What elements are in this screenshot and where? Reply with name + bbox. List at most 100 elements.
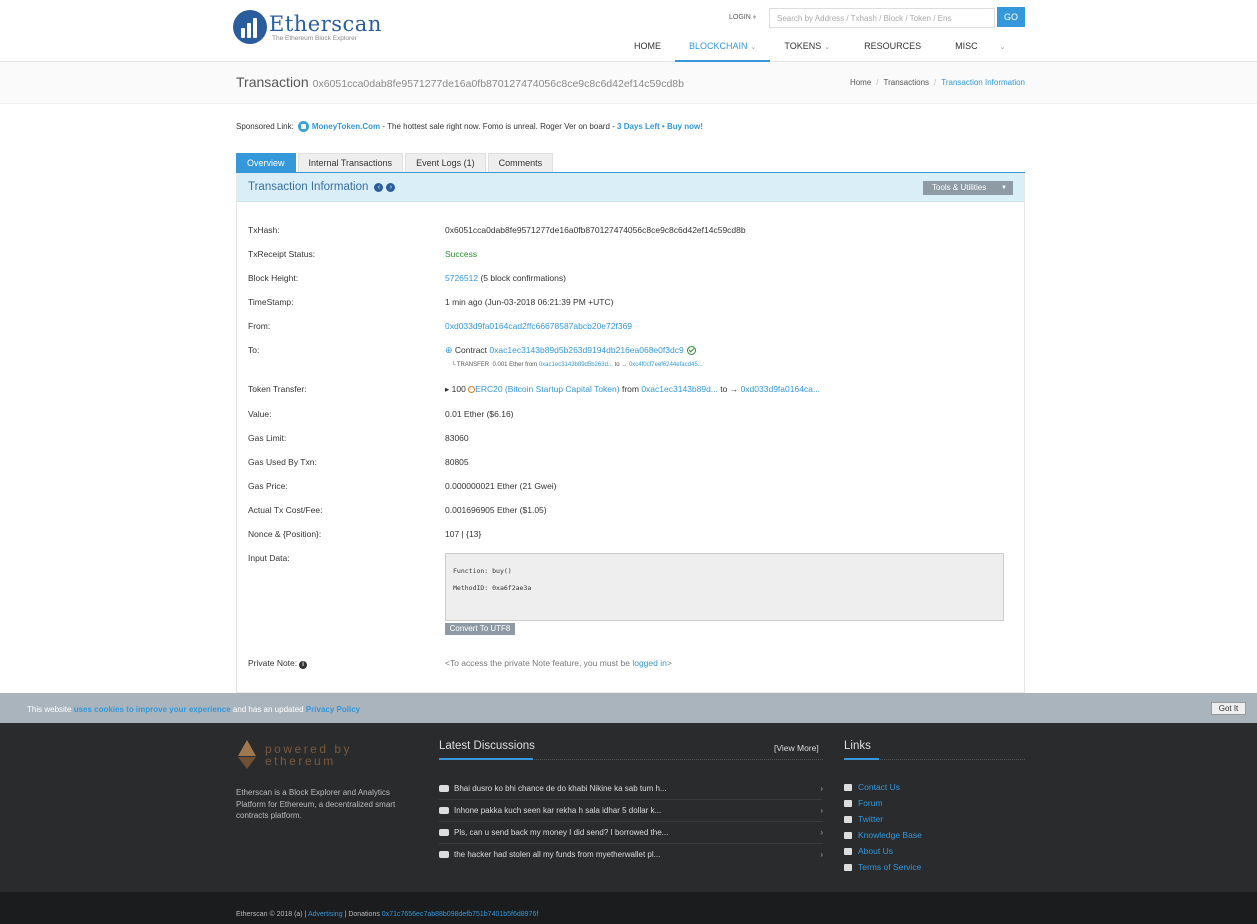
tab-internal-transactions[interactable]: Internal Transactions (297, 153, 404, 172)
page-title-hash: 0x6051cca0dab8fe9571277de16a0fb870127474… (312, 78, 684, 90)
convert-utf8-button[interactable]: Convert To UTF8 (445, 623, 515, 635)
gas-limit-value: 83060 (445, 433, 469, 443)
discussion-item[interactable]: Inhone pakka kuch seen kar rekha h sala … (439, 806, 823, 822)
document-icon (844, 863, 852, 871)
internal-to-link[interactable]: 0xc4f0cf7eef6244efacd45... (629, 362, 703, 368)
nonce-value: 107 | {13} (445, 529, 482, 539)
footer-link-forum[interactable]: Forum (844, 798, 883, 808)
tab-event-logs[interactable]: Event Logs (1) (405, 153, 486, 172)
contract-search-icon: ⊕ (445, 345, 453, 355)
nav-misc[interactable]: MISC ⌄ (941, 40, 1019, 62)
user-icon: ♦ (752, 14, 757, 21)
footer: powered by ethereum Etherscan is a Block… (0, 723, 1257, 892)
discussion-item[interactable]: Bhai dusro ko bhi chance de do khabi Nik… (439, 784, 823, 800)
label-private-note: Private Note: i (248, 658, 308, 669)
sponsored-name-link[interactable]: MoneyToken.Com (312, 122, 380, 131)
chevron-right-icon: › (820, 806, 823, 815)
label-value: Value: (248, 409, 272, 419)
cookie-text: This website uses cookies to improve you… (27, 705, 361, 714)
search-input[interactable]: Search by Address / Txhash / Block / Tok… (769, 8, 995, 28)
edit-icon (844, 831, 852, 839)
cookie-accept-button[interactable]: Got It (1211, 702, 1246, 715)
tab-comments[interactable]: Comments (487, 153, 554, 172)
sponsored-label: Sponsored Link: (236, 122, 294, 131)
block-link[interactable]: 5726512 (445, 273, 478, 283)
tools-utilities-button[interactable]: Tools & Utilities ▼ (923, 181, 1013, 195)
footer-description: Etherscan is a Block Explorer and Analyt… (236, 788, 396, 820)
label-timestamp: TimeStamp: (248, 297, 294, 307)
header: Etherscan The Ethereum Block Explorer LO… (0, 0, 1257, 62)
discussion-item[interactable]: Pls, can u send back my money I did send… (439, 828, 823, 844)
footer-link-knowledge-base[interactable]: Knowledge Base (844, 830, 922, 840)
caret-down-icon: ▼ (1001, 185, 1007, 191)
nav-blockchain[interactable]: BLOCKCHAIN ⌄ (675, 40, 771, 62)
footer-link-twitter[interactable]: Twitter (844, 814, 883, 824)
gas-used-value: 80805 (445, 457, 469, 467)
nav-resources[interactable]: RESOURCES (850, 40, 935, 62)
nav-tokens[interactable]: TOKENS ⌄ (770, 40, 844, 62)
cookie-policy-link[interactable]: uses cookies to improve your experience (74, 705, 231, 714)
verified-check-icon (686, 346, 696, 356)
from-address-link[interactable]: 0xd033d9fa0164cad2ffc66678587abcb20e72f3… (445, 321, 632, 331)
search-go-button[interactable]: GO (997, 7, 1025, 27)
info-icon: i (299, 661, 308, 669)
to-value: ⊕ Contract 0xac1ec3143b89d5b263d9194db21… (445, 345, 696, 356)
token-to-link[interactable]: 0xd033d9fa0164ca... (741, 384, 820, 394)
block-value: 5726512 (5 block confirmations) (445, 273, 566, 283)
breadcrumb-home[interactable]: Home (850, 78, 871, 87)
sponsored-link: Sponsored Link: MoneyToken.Com - The hot… (236, 121, 703, 132)
breadcrumb: Home / Transactions / Transaction Informatio… (849, 78, 1025, 87)
nav-home[interactable]: HOME (620, 40, 675, 62)
timestamp-value: 1 min ago (Jun-03-2018 06:21:39 PM +UTC) (445, 297, 614, 307)
chevron-right-icon: › (820, 784, 823, 793)
eth-line2: ethereum (265, 753, 336, 768)
tab-overview[interactable]: Overview (236, 153, 296, 172)
panel-title: Transaction Information ‹ › (248, 181, 396, 193)
txhash-value: 0x6051cca0dab8fe9571277de16a0fb870127474… (445, 225, 746, 235)
ethereum-icon (238, 740, 256, 769)
latest-discussions-title: Latest Discussions (439, 740, 535, 752)
footer-link-about[interactable]: About Us (844, 846, 893, 856)
logo-subtitle: The Ethereum Block Explorer (272, 34, 357, 42)
footer-link-contact[interactable]: Contact Us (844, 782, 900, 792)
internal-from-link[interactable]: 0xac1ec3143b89d5b263d... (539, 362, 613, 368)
label-nonce: Nonce & {Position}: (248, 529, 322, 539)
sponsored-cta-link[interactable]: 3 Days Left • Buy now! (617, 122, 703, 131)
input-method-id: MethodID: 0xa6f2ae3a (453, 584, 532, 592)
chevron-down-icon: ⌄ (750, 44, 757, 51)
privacy-policy-link[interactable]: Privacy Policy (306, 705, 360, 714)
donations-address-link[interactable]: 0x71c7656ec7ab88b098defb751b7401b5f6d897… (382, 911, 539, 918)
breadcrumb-transactions[interactable]: Transactions (884, 78, 930, 87)
panel-header: Transaction Information ‹ › Tools & Util… (237, 173, 1024, 202)
chevron-right-icon: › (820, 828, 823, 837)
login-link[interactable]: LOGIN ♦ (729, 14, 756, 21)
etherscan-logo[interactable]: Etherscan The Ethereum Block Explorer (233, 10, 382, 44)
page-header: Transaction 0x6051cca0dab8fe9571277de16a0… (0, 62, 1257, 104)
view-more-link[interactable]: [View More] (774, 743, 819, 753)
logo-icon (233, 10, 267, 44)
discussion-item[interactable]: the hacker had stolen all my funds from … (439, 850, 823, 866)
label-token-transfer: Token Transfer: (248, 384, 307, 394)
twitter-icon (844, 815, 852, 823)
chevron-down-icon: ⌄ (824, 44, 831, 51)
token-name-link[interactable]: ERC20 (Bitcoin Startup Capital Token) (475, 384, 619, 394)
prev-tx-icon[interactable]: ‹ (374, 182, 384, 192)
fee-value: 0.001696905 Ether ($1.05) (445, 505, 547, 515)
copyright: Etherscan © 2018 (a) | Advertising | Don… (236, 911, 539, 918)
footer-link-terms[interactable]: Terms of Service (844, 862, 921, 872)
tabs: Overview Internal Transactions Event Log… (236, 153, 555, 172)
next-tx-icon[interactable]: › (386, 182, 396, 192)
page-title: Transaction 0x6051cca0dab8fe9571277de16a0… (236, 74, 684, 90)
to-contract-link[interactable]: 0xac1ec3143b89d5b263d9194db216ea068e0f3d… (489, 345, 683, 355)
forum-icon (844, 799, 852, 807)
comment-icon (439, 785, 449, 793)
sponsored-text: - The hottest sale right now. Fomo is un… (380, 122, 618, 131)
login-link[interactable]: logged in (632, 658, 667, 668)
input-data-textarea[interactable]: Function: buy() MethodID: 0xa6f2ae3a (445, 553, 1004, 621)
label-block: Block Height: (248, 273, 299, 283)
advertising-link[interactable]: Advertising (308, 911, 343, 918)
breadcrumb-current: Transaction Information (941, 78, 1025, 87)
comment-icon (439, 851, 449, 859)
eth-line1: powered by (265, 741, 353, 756)
token-from-link[interactable]: 0xac1ec3143b89d... (641, 384, 718, 394)
